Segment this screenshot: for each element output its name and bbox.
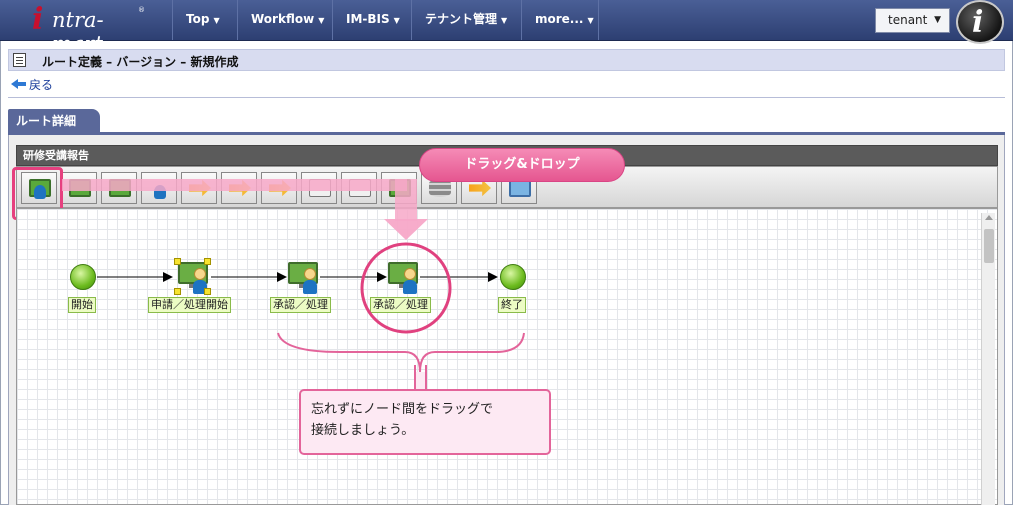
nav-workflow[interactable]: Workflow ▼ [237,0,332,40]
document-icon [309,179,331,197]
toolbar-merge-button[interactable] [221,172,257,204]
toolbar-approve-node-button[interactable] [61,172,97,204]
document-icon [13,53,26,67]
connect-note-callout: 忘れずにノード間をドラッグで 接続しましょう。 [299,389,551,455]
resize-handle[interactable] [174,258,181,265]
system-node-icon [154,185,166,199]
person-body-icon [303,280,317,294]
connect-note-line1: 忘れずにノード間をドラッグで [311,402,494,417]
divider [8,97,1005,98]
tab-route-detail[interactable]: ルート詳細 [8,109,100,134]
nav-top[interactable]: Top ▼ [172,0,237,40]
nav-im-bis-label: IM-BIS [346,12,390,26]
connect-note-line2: 接続しましょう。 [311,423,415,438]
person-head-icon [304,268,316,280]
approve-node-2[interactable] [388,262,418,294]
person-body-icon [403,280,417,294]
toolbar-confirm-node-button[interactable] [101,172,137,204]
resize-handle[interactable] [204,288,211,295]
nav-tenant-admin-label: テナント管理 [425,12,498,26]
toolbar-branch-button[interactable] [181,172,217,204]
end-node[interactable] [500,264,526,290]
approve-node-1-label: 承認／処理 [270,297,331,313]
top-nav-bar: i ntra-mart ® Top ▼ Workflow ▼ IM-BIS ▼ テナント管… [0,0,1013,56]
person-head-icon [404,268,416,280]
toolbar-join-button[interactable] [301,172,337,204]
chevron-down-icon: ▼ [587,16,594,25]
user-avatar[interactable]: i [956,0,1004,44]
start-node[interactable] [70,264,96,290]
nav-tenant-admin[interactable]: テナント管理 ▼ [411,0,521,40]
scroll-thumb[interactable] [984,229,994,263]
scroll-up-icon[interactable] [985,215,993,220]
toolbar-system-node-button[interactable] [141,172,177,204]
intra-mart-logo[interactable]: i ntra-mart ® [30,2,150,56]
resize-handle[interactable] [204,258,211,265]
chevron-down-icon: ▼ [501,16,508,25]
tenant-select-value: tenant [888,13,928,27]
split-icon [269,179,291,197]
resize-handle[interactable] [174,288,181,295]
chevron-down-icon: ▼ [213,16,220,25]
person-head-icon [194,268,206,280]
apply-node-label: 申請／処理開始 [148,297,231,313]
tenant-select[interactable]: tenant ▼ [875,8,950,33]
chevron-down-icon: ▼ [393,16,400,25]
nav-top-label: Top [186,12,210,26]
chevron-down-icon: ▼ [318,16,325,25]
page-title: ルート定義 – バージョン – 新規作成 [42,55,239,69]
chevron-down-icon: ▼ [934,15,941,25]
route-canvas[interactable] [16,208,998,505]
branch-icon [189,179,211,197]
back-link-label: 戻る [29,78,54,92]
merge-icon [229,179,251,197]
vertical-icon [389,179,411,197]
start-node-label: 開始 [68,297,96,313]
toolbar-vertical-button[interactable] [381,172,417,204]
nav-more-label: more... [535,12,584,26]
page-title-bar: ルート定義 – バージョン – 新規作成 [8,49,1005,71]
nav-im-bis[interactable]: IM-BIS ▼ [332,0,411,40]
confirm-node-icon [109,179,131,197]
approve-node-1[interactable] [288,262,318,294]
end-node-label: 終了 [498,297,526,313]
approve-node-2-label: 承認／処理 [370,297,431,313]
drag-drop-callout: ドラッグ&ドロップ [419,148,625,182]
toolbar-split-button[interactable] [261,172,297,204]
back-link[interactable]: 戻る [11,76,53,93]
nav-workflow-label: Workflow [251,12,315,26]
canvas-vertical-scrollbar[interactable] [981,213,995,505]
info-i-icon: i [972,5,984,40]
approve-node-icon [69,179,91,197]
nav-more[interactable]: more... ▼ [521,0,599,40]
back-arrow-icon [11,79,27,89]
toolbar-horizontal-button[interactable] [341,172,377,204]
horizontal-icon [349,179,371,197]
